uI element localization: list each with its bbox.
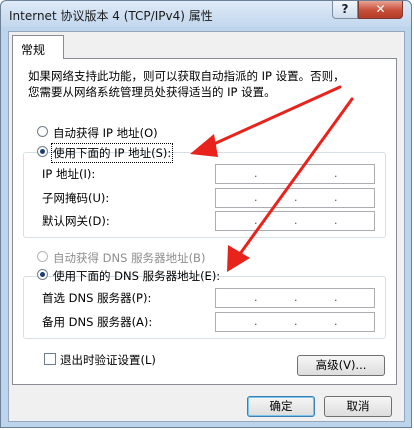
- validate-settings-label: 退出时验证设置(L): [60, 353, 156, 367]
- validate-settings-checkbox[interactable]: [44, 353, 56, 365]
- radio-manual-dns-button[interactable]: [37, 269, 48, 280]
- radio-manual-ip-button[interactable]: [37, 146, 48, 157]
- default-gateway-label: 默认网关(D):: [42, 214, 110, 228]
- radio-manual-ip-label: 使用下面的 IP 地址(S):: [50, 143, 174, 163]
- cancel-button[interactable]: 取消: [324, 396, 392, 417]
- alternate-dns-label: 备用 DNS 服务器(A):: [42, 315, 153, 329]
- preferred-dns-input[interactable]: ...: [215, 288, 375, 308]
- help-button[interactable]: ?: [332, 1, 358, 19]
- alternate-dns-input[interactable]: ...: [215, 312, 375, 332]
- description-line-1: 如果网络支持此功能，则可以获取自动指派的 IP 设置。否则，: [28, 69, 345, 83]
- tab-general[interactable]: 常规: [12, 35, 64, 59]
- tab-general-label: 常规: [21, 43, 46, 57]
- radio-auto-ip-label: 自动获得 IP 地址(O): [53, 126, 158, 140]
- radio-auto-ip-button[interactable]: [37, 126, 48, 137]
- subnet-mask-label: 子网掩码(U):: [42, 191, 110, 205]
- subnet-mask-input[interactable]: ...: [215, 188, 375, 208]
- close-button[interactable]: ✕: [358, 1, 403, 19]
- window-title: Internet 协议版本 4 (TCP/IPv4) 属性: [9, 9, 213, 23]
- radio-manual-dns-label: 使用下面的 DNS 服务器地址(E):: [53, 269, 221, 283]
- ip-address-label: IP 地址(I):: [42, 167, 96, 181]
- preferred-dns-label: 首选 DNS 服务器(P):: [42, 291, 152, 305]
- radio-auto-dns-button[interactable]: [37, 251, 48, 262]
- advanced-button[interactable]: 高级(V)...: [297, 355, 385, 376]
- ip-address-input[interactable]: ...: [215, 164, 375, 184]
- default-gateway-input[interactable]: ...: [215, 211, 375, 231]
- radio-auto-dns-label: 自动获得 DNS 服务器地址(B): [53, 251, 206, 265]
- ok-button[interactable]: 确定: [247, 396, 315, 417]
- description-line-2: 您需要从网络系统管理员处获得适当的 IP 设置。: [28, 85, 276, 99]
